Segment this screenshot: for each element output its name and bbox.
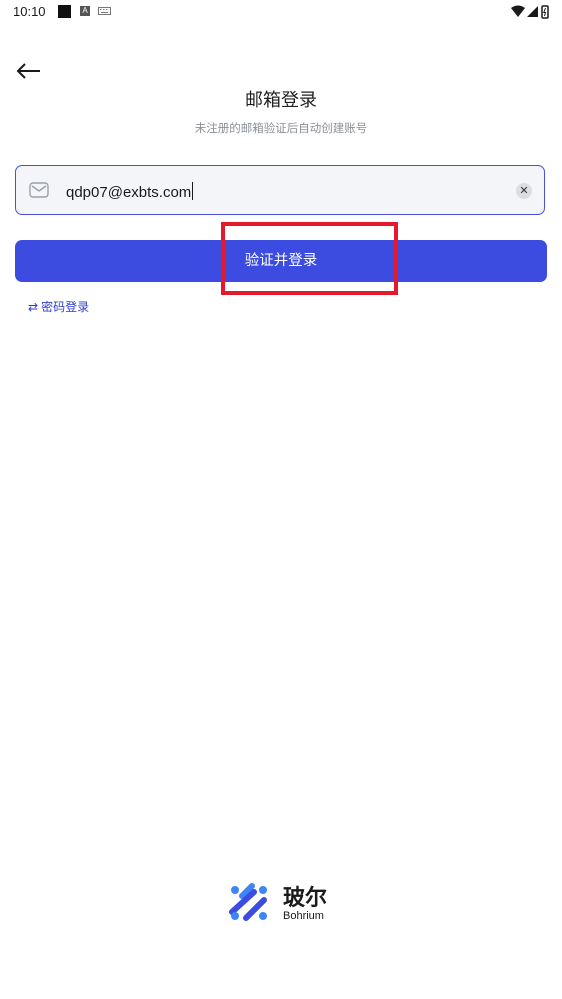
text-cursor <box>192 182 194 200</box>
password-login-label: 密码登录 <box>41 300 90 314</box>
verify-login-button[interactable]: 验证并登录 <box>15 240 547 282</box>
brand-name-en: Bohrium <box>283 910 324 922</box>
page-title: 邮箱登录 <box>245 90 317 111</box>
brand-name-cn: 玻尔 <box>283 886 328 911</box>
notification-square-icon <box>58 5 71 18</box>
status-bar: 10:10 A <box>0 0 562 26</box>
email-field[interactable]: qdp07@exbts.com ✕ <box>15 165 545 215</box>
status-time: 10:10 <box>13 4 46 19</box>
footer-logo: 玻尔 Bohrium <box>228 880 348 926</box>
notification-a-icon: A <box>80 6 90 16</box>
wifi-icon <box>511 5 525 17</box>
keyboard-icon <box>98 7 111 15</box>
mail-icon <box>29 182 49 198</box>
page-subtitle: 未注册的邮箱验证后自动创建账号 <box>194 121 368 135</box>
email-value[interactable]: qdp07@exbts.com <box>66 182 194 201</box>
swap-icon: ⇄ <box>28 300 39 314</box>
status-icons <box>511 5 549 19</box>
clear-icon[interactable]: ✕ <box>516 183 532 199</box>
bohrium-logo-icon <box>229 883 267 921</box>
signal-icon <box>527 6 538 17</box>
back-arrow-icon[interactable] <box>14 58 44 84</box>
password-login-link[interactable]: ⇄ 密码登录 <box>28 298 89 315</box>
